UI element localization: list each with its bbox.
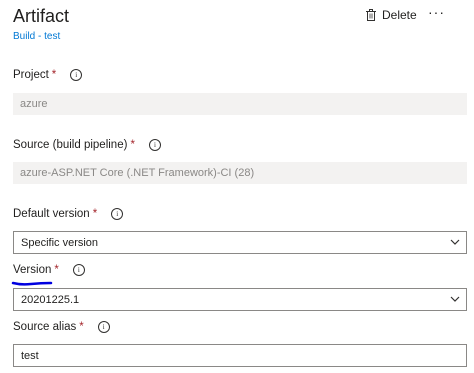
artifact-panel: Artifact Build - test Delete ··· Project… <box>0 0 474 373</box>
source-label: Source (build pipeline) <box>13 139 128 151</box>
trash-icon <box>366 9 376 21</box>
info-icon[interactable]: i <box>97 321 110 333</box>
required-marker: * <box>92 208 98 220</box>
delete-button[interactable]: Delete <box>366 8 417 22</box>
info-icon[interactable]: i <box>111 208 124 220</box>
required-marker: * <box>54 264 59 276</box>
default-version-label: Default version <box>13 208 90 220</box>
build-link[interactable]: Build - test <box>13 30 60 44</box>
source-label-row: Source (build pipeline) * i <box>13 137 161 153</box>
default-version-value: Specific version <box>21 236 99 249</box>
source-alias-value: test <box>21 349 39 362</box>
required-marker: * <box>51 69 57 81</box>
source-alias-label-row: Source alias * i <box>13 319 110 335</box>
project-field: azure <box>13 93 467 115</box>
project-label-row: Project * i <box>13 67 83 83</box>
page-title: Artifact <box>13 6 70 26</box>
required-marker: * <box>79 321 84 333</box>
info-icon[interactable]: i <box>70 69 83 81</box>
default-version-label-row: Default version * i <box>13 206 124 222</box>
chevron-down-icon <box>450 239 460 245</box>
chevron-down-icon <box>450 296 460 302</box>
version-value: 20201225.1 <box>21 293 80 306</box>
source-field: azure-ASP.NET Core (.NET Framework)-CI (… <box>13 162 467 184</box>
version-label: Version <box>13 264 52 276</box>
annotation-underline <box>11 281 53 286</box>
project-label: Project <box>13 69 49 81</box>
default-version-select[interactable]: Specific version <box>13 231 467 254</box>
source-alias-input[interactable]: test <box>13 344 467 367</box>
info-icon[interactable]: i <box>72 264 85 276</box>
more-options-button[interactable]: ··· <box>428 4 445 20</box>
delete-label: Delete <box>382 8 417 22</box>
version-label-row: Version * i <box>13 262 85 278</box>
source-alias-label: Source alias <box>13 321 77 333</box>
required-marker: * <box>130 139 135 151</box>
info-icon[interactable]: i <box>148 139 161 151</box>
version-select[interactable]: 20201225.1 <box>13 288 467 311</box>
